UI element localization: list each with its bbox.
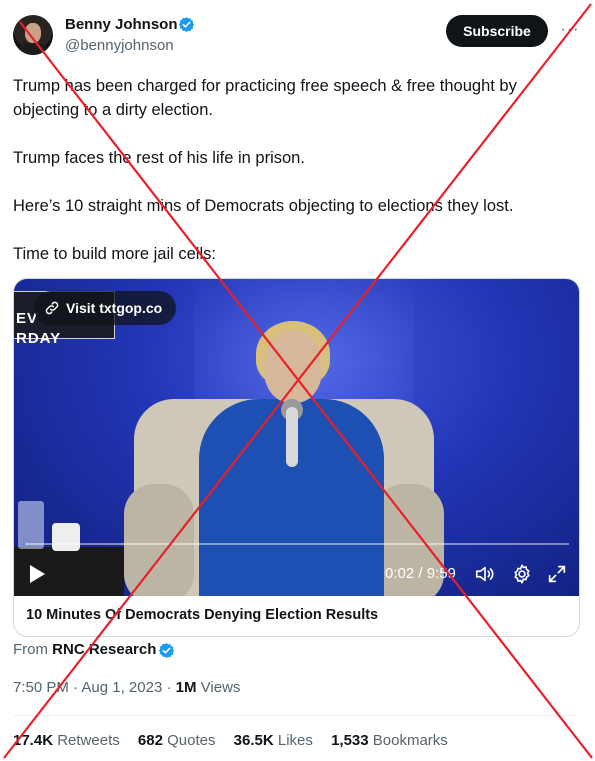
cup <box>52 523 80 551</box>
progress-fill <box>23 543 26 545</box>
quotes-label: Quotes <box>167 732 216 749</box>
likes-count: 36.5K <box>233 732 274 749</box>
fullscreen-icon[interactable] <box>546 563 568 585</box>
video-card[interactable]: EV RDAY Visit txtgop.co 0:02 / 9:59 10 M… <box>13 278 580 637</box>
video-card-title[interactable]: 10 Minutes Of Democrats Denying Election… <box>26 607 378 623</box>
bookmarks-count: 1,533 <box>331 732 369 749</box>
tweet-time[interactable]: 7:50 PM <box>13 679 69 696</box>
tweet-date[interactable]: Aug 1, 2023 <box>81 679 162 696</box>
visit-link-label: Visit txtgop.co <box>66 300 163 316</box>
likes-stat[interactable]: 36.5K Likes <box>234 732 317 749</box>
event-banner-line2: RDAY <box>16 330 62 347</box>
armchair-left-arm <box>124 484 194 596</box>
tweet-paragraph: Time to build more jail cells: <box>13 245 216 263</box>
video-player[interactable]: EV RDAY Visit txtgop.co 0:02 / 9:59 <box>14 279 579 596</box>
settings-gear-icon[interactable] <box>511 563 533 585</box>
link-icon <box>45 301 59 315</box>
more-options-icon[interactable]: ··· <box>560 20 580 40</box>
tweet-meta: 7:50 PM · Aug 1, 2023 · 1M Views <box>13 679 240 696</box>
quotes-count: 682 <box>137 732 163 749</box>
video-time: 0:02 / 9:59 <box>385 565 456 582</box>
views-count: 1M <box>175 679 197 696</box>
tweet-text: Trump has been charged for practicing fr… <box>13 74 578 290</box>
play-icon[interactable] <box>27 563 47 585</box>
meta-separator: · <box>166 679 176 696</box>
volume-icon[interactable] <box>474 563 496 585</box>
verified-badge-icon <box>178 17 195 32</box>
source-name-link[interactable]: RNC Research <box>52 641 156 658</box>
engagement-stats: 17.4K Retweets 682 Quotes 36.5K Likes 1,… <box>13 732 462 749</box>
progress-bar[interactable] <box>23 543 569 545</box>
from-label: From <box>13 641 48 658</box>
retweets-count: 17.4K <box>13 732 54 749</box>
tweet-paragraph: Trump has been charged for practicing fr… <box>13 77 517 119</box>
tweet-header: Benny Johnson @bennyjohnson Subscribe ··… <box>13 14 583 58</box>
bookmarks-label: Bookmarks <box>372 732 448 749</box>
avatar-face <box>25 23 41 43</box>
retweets-label: Retweets <box>57 732 120 749</box>
verified-badge-icon <box>158 643 175 658</box>
source-attribution: From RNC Research <box>13 641 156 658</box>
tweet-paragraph: Here’s 10 straight mins of Democrats obj… <box>13 197 514 215</box>
water-glass <box>18 501 44 549</box>
divider <box>13 715 578 716</box>
subscribe-button[interactable]: Subscribe <box>446 15 548 47</box>
retweets-stat[interactable]: 17.4K Retweets <box>13 732 124 749</box>
tweet-paragraph: Trump faces the rest of his life in pris… <box>13 149 305 167</box>
microphone <box>286 407 298 467</box>
bookmarks-stat[interactable]: 1,533 Bookmarks <box>331 732 448 749</box>
quotes-stat[interactable]: 682 Quotes <box>138 732 220 749</box>
author-name[interactable]: Benny Johnson <box>65 16 178 33</box>
visit-link-button[interactable]: Visit txtgop.co <box>34 291 177 325</box>
speaker-face <box>264 331 322 403</box>
likes-label: Likes <box>277 732 313 749</box>
author-handle[interactable]: @bennyjohnson <box>65 37 174 54</box>
avatar-suit <box>18 42 48 55</box>
avatar[interactable] <box>13 15 53 55</box>
views-label: Views <box>200 679 241 696</box>
